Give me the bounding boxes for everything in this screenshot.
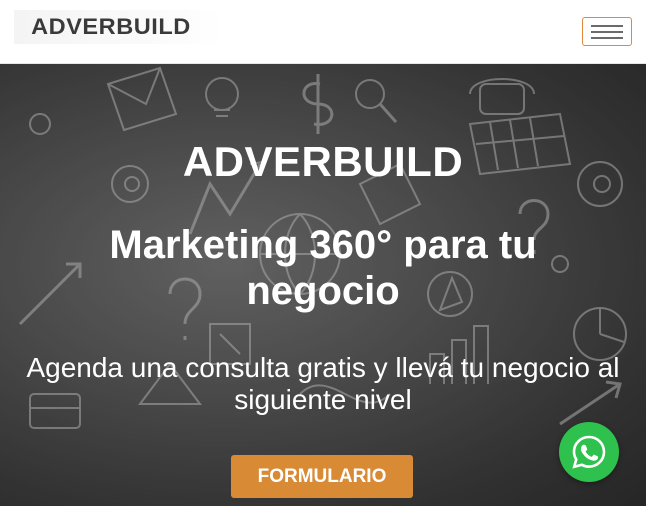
hero-section: ADVERBUILD Marketing 360° para tu negoci… (0, 64, 646, 506)
hero-subtitle: Marketing 360° para tu negocio (109, 223, 537, 313)
site-header: ADVERBUILD (0, 0, 646, 64)
whatsapp-icon (572, 435, 606, 469)
hamburger-menu-icon-line-middle (591, 30, 623, 33)
hamburger-menu-icon-line-bottom (591, 36, 623, 39)
logo-text: ADVERBUILD (31, 14, 191, 39)
whatsapp-button[interactable] (559, 422, 619, 482)
formulario-button[interactable]: FORMULARIO (231, 455, 413, 498)
hero-tagline: Agenda una consulta gratis y llevá tu ne… (26, 352, 620, 415)
hamburger-menu-icon-line-top (591, 24, 623, 27)
hero-title: ADVERBUILD (182, 138, 464, 185)
logo[interactable]: ADVERBUILD (14, 10, 224, 44)
hamburger-menu-button[interactable] (582, 17, 632, 46)
